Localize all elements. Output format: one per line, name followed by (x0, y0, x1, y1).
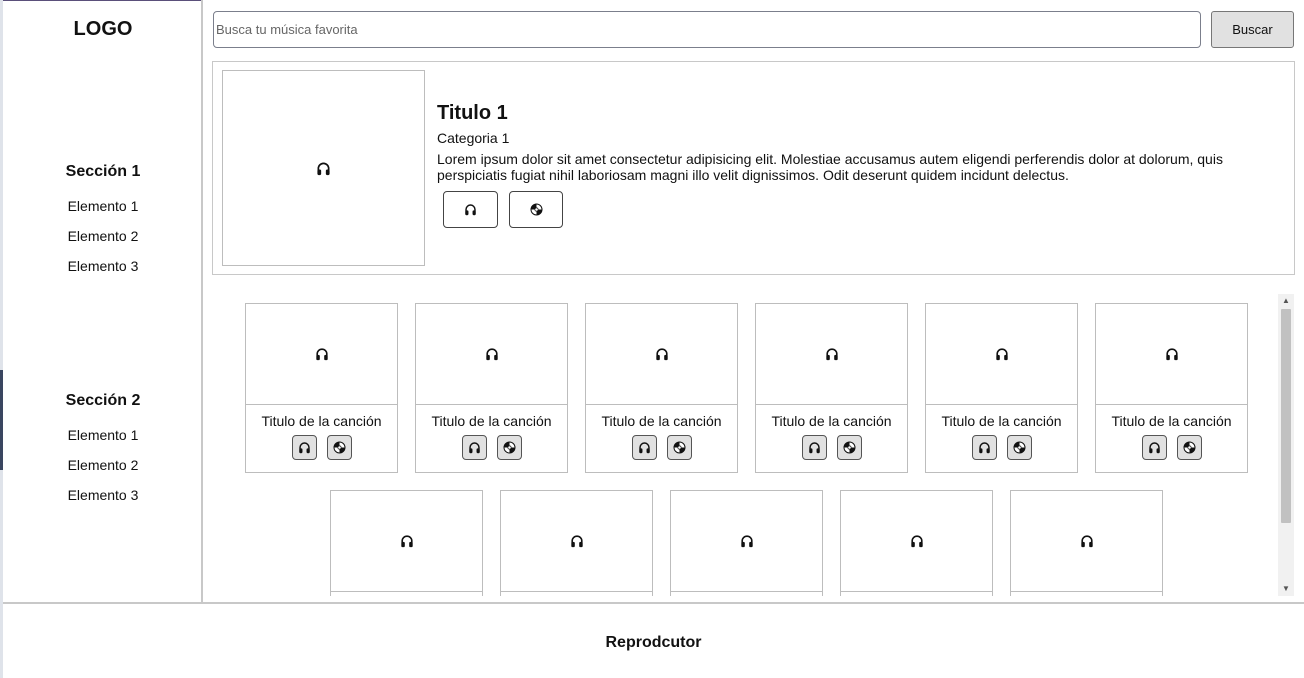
song-card[interactable] (1010, 490, 1163, 596)
song-card-title: Titulo de la canción (261, 413, 382, 429)
sidebar-item-section2-elemento1[interactable]: Elemento 1 (3, 427, 203, 443)
sidebar-item-section2-elemento2[interactable]: Elemento 2 (3, 457, 203, 473)
player-bar: Reprodcutor (3, 602, 1304, 678)
scroll-down-arrow-icon[interactable]: ▼ (1278, 582, 1294, 596)
headphones-icon (570, 534, 584, 548)
featured-image (222, 70, 425, 266)
song-card-image (671, 491, 822, 592)
song-card[interactable] (840, 490, 993, 596)
song-grid-scrollbar[interactable]: ▲ ▼ (1278, 294, 1294, 596)
song-listen-button[interactable] (461, 435, 487, 460)
disc-icon (1183, 441, 1196, 454)
disc-icon (503, 441, 516, 454)
song-card[interactable]: Titulo de la canción (1095, 303, 1248, 473)
song-listen-button[interactable] (1141, 435, 1167, 460)
scroll-thumb[interactable] (1281, 309, 1291, 523)
sidebar-item-section2-elemento3[interactable]: Elemento 3 (3, 487, 203, 503)
logo: LOGO (73, 18, 133, 40)
featured-panel: Titulo 1 Categoria 1 Lorem ipsum dolor s… (212, 61, 1295, 275)
disc-icon (843, 441, 856, 454)
headphones-icon (825, 347, 839, 361)
song-card-title: Titulo de la canción (941, 413, 1062, 429)
song-card-image (1096, 304, 1247, 405)
featured-category: Categoria 1 (437, 130, 510, 146)
headphones-icon (638, 441, 651, 454)
song-disc-button[interactable] (666, 435, 692, 460)
song-card-image (246, 304, 397, 405)
song-card[interactable]: Titulo de la canción (415, 303, 568, 473)
headphones-icon (978, 441, 991, 454)
song-card[interactable] (670, 490, 823, 596)
scroll-up-arrow-icon[interactable]: ▲ (1278, 294, 1294, 308)
song-disc-button[interactable] (496, 435, 522, 460)
headphones-icon (808, 441, 821, 454)
song-card[interactable] (500, 490, 653, 596)
song-listen-button[interactable] (801, 435, 827, 460)
song-card[interactable]: Titulo de la canción (755, 303, 908, 473)
song-grid: Titulo de la canción Titulo de la canció… (212, 294, 1278, 596)
song-card-title: Titulo de la canción (1111, 413, 1232, 429)
song-card-title: Titulo de la canción (431, 413, 552, 429)
song-listen-button[interactable] (291, 435, 317, 460)
song-card[interactable]: Titulo de la canción (585, 303, 738, 473)
search-input[interactable] (213, 11, 1201, 48)
song-card-image (586, 304, 737, 405)
song-listen-button[interactable] (971, 435, 997, 460)
song-card-image (926, 304, 1077, 405)
song-card[interactable] (330, 490, 483, 596)
search-button[interactable]: Buscar (1211, 11, 1294, 48)
featured-description: Lorem ipsum dolor sit amet consectetur a… (437, 151, 1223, 183)
song-listen-button[interactable] (631, 435, 657, 460)
headphones-icon (468, 441, 481, 454)
disc-icon (333, 441, 346, 454)
song-card[interactable]: Titulo de la canción (925, 303, 1078, 473)
sidebar-item-section1-elemento3[interactable]: Elemento 3 (3, 258, 203, 274)
headphones-icon (485, 347, 499, 361)
sidebar: LOGO Sección 1 Elemento 1 Elemento 2 Ele… (3, 0, 203, 602)
disc-icon (1013, 441, 1026, 454)
headphones-icon (655, 347, 669, 361)
headphones-icon (740, 534, 754, 548)
headphones-icon (1148, 441, 1161, 454)
featured-disc-button[interactable] (509, 191, 563, 228)
headphones-icon (910, 534, 924, 548)
headphones-icon (1165, 347, 1179, 361)
song-disc-button[interactable] (836, 435, 862, 460)
song-disc-button[interactable] (1176, 435, 1202, 460)
headphones-icon (995, 347, 1009, 361)
song-card[interactable]: Titulo de la canción (245, 303, 398, 473)
disc-icon (530, 203, 543, 216)
headphones-icon (298, 441, 311, 454)
song-card-image (1011, 491, 1162, 592)
featured-title: Titulo 1 (437, 102, 508, 124)
sidebar-section-title-2: Sección 2 (65, 392, 141, 409)
player-label: Reprodcutor (605, 634, 702, 651)
headphones-icon (400, 534, 414, 548)
headphones-icon (316, 161, 331, 176)
sidebar-item-section1-elemento2[interactable]: Elemento 2 (3, 228, 203, 244)
song-card-image (331, 491, 482, 592)
headphones-icon (1080, 534, 1094, 548)
sidebar-item-section1-elemento1[interactable]: Elemento 1 (3, 198, 203, 214)
headphones-icon (315, 347, 329, 361)
song-card-image (416, 304, 567, 405)
song-disc-button[interactable] (326, 435, 352, 460)
headphones-icon (464, 203, 477, 216)
song-disc-button[interactable] (1006, 435, 1032, 460)
sidebar-section-title-1: Sección 1 (65, 163, 141, 180)
disc-icon (673, 441, 686, 454)
song-card-title: Titulo de la canción (771, 413, 892, 429)
song-card-title: Titulo de la canción (601, 413, 722, 429)
featured-listen-button[interactable] (443, 191, 498, 228)
song-card-image (841, 491, 992, 592)
song-card-image (756, 304, 907, 405)
song-card-image (501, 491, 652, 592)
